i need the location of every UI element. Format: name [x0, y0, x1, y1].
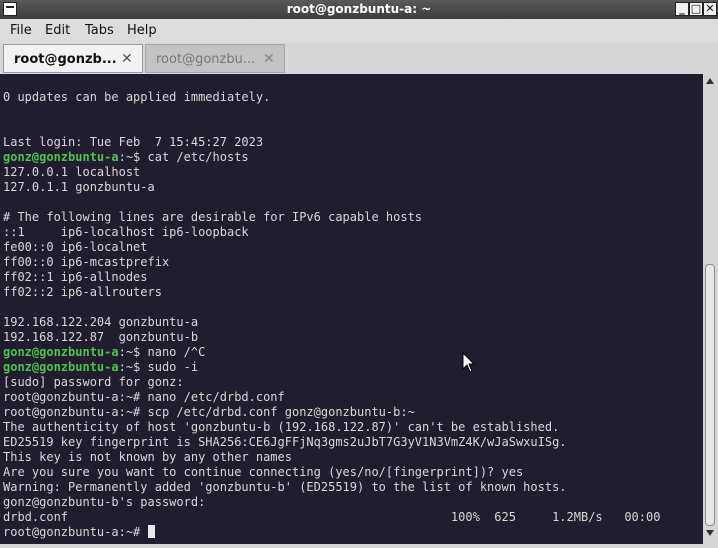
- mouse-pointer-icon: [462, 352, 476, 373]
- scroll-up-icon[interactable]: [706, 78, 714, 84]
- terminal-line: ff00::0 ip6-mcastprefix: [3, 255, 660, 270]
- menu-edit[interactable]: Edit: [45, 23, 70, 38]
- line-text: ::1 ip6-localhost ip6-loopback: [3, 225, 249, 239]
- terminal-line: ED25519 key fingerprint is SHA256:CE6JgF…: [3, 435, 660, 450]
- line-text: 0 updates can be applied immediately.: [3, 90, 271, 104]
- close-icon[interactable]: ✕: [703, 2, 717, 16]
- minimize-icon[interactable]: _: [675, 2, 689, 16]
- line-text: ff00::0 ip6-mcastprefix: [3, 255, 170, 269]
- line-text: root@gonzbuntu-a:~# scp /etc/drbd.conf g…: [3, 405, 415, 419]
- prompt-user: gonz@gonzbuntu-a: [3, 345, 119, 359]
- terminal-line: # The following lines are desirable for …: [3, 210, 660, 225]
- line-text: root@gonzbuntu-a:~#: [3, 525, 148, 539]
- terminal-line: 192.168.122.87 gonzbuntu-b: [3, 330, 660, 345]
- terminal-line: 0 updates can be applied immediately.: [3, 90, 660, 105]
- terminal-line: ::1 ip6-localhost ip6-loopback: [3, 225, 660, 240]
- line-text: drbd.conf 100% 625 1.2MB/s 00:00: [3, 510, 661, 524]
- terminal-line: gonz@gonzbuntu-a:~$ nano /^C: [3, 345, 660, 360]
- line-text: ff02::2 ip6-allrouters: [3, 285, 162, 299]
- tab-root-2[interactable]: root@gonzbu... ✕: [145, 44, 285, 73]
- window-title: root@gonzbuntu-a: ~: [286, 2, 432, 16]
- scroll-down-icon[interactable]: [706, 530, 714, 536]
- text-cursor: [147, 525, 155, 538]
- menu-help[interactable]: Help: [127, 23, 157, 38]
- window-titlebar[interactable]: root@gonzbuntu-a: ~ _ □ ✕: [0, 0, 718, 19]
- terminal-line: ff02::1 ip6-allnodes: [3, 270, 660, 285]
- terminal-lines: 0 updates can be applied immediately. Las…: [3, 90, 660, 540]
- line-text: Warning: Permanently added 'gonzbuntu-b'…: [3, 480, 567, 494]
- prompt-suffix: :~$: [118, 150, 148, 164]
- terminal-line: Are you sure you want to continue connec…: [3, 465, 660, 480]
- prompt-suffix: :~$: [118, 345, 148, 359]
- terminal-line: gonz@gonzbuntu-b's password:: [3, 495, 660, 510]
- terminal-line: gonz@gonzbuntu-a:~$ cat /etc/hosts: [3, 150, 660, 165]
- line-text: [sudo] password for gonz:: [3, 375, 184, 389]
- tab-close-icon[interactable]: ✕: [121, 51, 133, 67]
- terminal-line: 127.0.1.1 gonzbuntu-a: [3, 180, 660, 195]
- prompt-user: gonz@gonzbuntu-a: [3, 360, 119, 374]
- line-text: Are you sure you want to continue connec…: [3, 465, 524, 479]
- tab-close-icon[interactable]: ✕: [263, 51, 275, 67]
- tab-label: root@gonzb...: [14, 52, 117, 67]
- tab-bar: root@gonzb... ✕ root@gonzbu... ✕: [0, 43, 718, 74]
- line-text: gonz@gonzbuntu-b's password:: [3, 495, 206, 509]
- line-text: cat /etc/hosts: [147, 150, 249, 164]
- tab-label: root@gonzbu...: [156, 52, 256, 67]
- line-text: 192.168.122.204 gonzbuntu-a: [3, 315, 199, 329]
- terminal-line: 127.0.0.1 localhost: [3, 165, 660, 180]
- menu-tabs[interactable]: Tabs: [85, 23, 114, 38]
- line-text: The authenticity of host 'gonzbuntu-b (1…: [3, 420, 560, 434]
- terminal-output[interactable]: 0 updates can be applied immediately. Las…: [0, 74, 703, 544]
- terminal-line: root@gonzbuntu-a:~#: [3, 525, 660, 540]
- menu-file[interactable]: File: [10, 23, 32, 38]
- terminal-scrollbar[interactable]: [703, 74, 718, 544]
- terminal-line: 192.168.122.204 gonzbuntu-a: [3, 315, 660, 330]
- terminal-line: The authenticity of host 'gonzbuntu-b (1…: [3, 420, 660, 435]
- menubar: File Edit Tabs Help: [0, 19, 718, 43]
- line-text: ED25519 key fingerprint is SHA256:CE6JgF…: [3, 435, 567, 449]
- terminal-line: Last login: Tue Feb 7 15:45:27 2023: [3, 135, 660, 150]
- line-text: ff02::1 ip6-allnodes: [3, 270, 148, 284]
- scrollbar-thumb[interactable]: [705, 264, 715, 526]
- terminal-line: [sudo] password for gonz:: [3, 375, 660, 390]
- terminal-line: root@gonzbuntu-a:~# scp /etc/drbd.conf g…: [3, 405, 660, 420]
- line-text: # The following lines are desirable for …: [3, 210, 423, 224]
- line-text: This key is not known by any other names: [3, 450, 292, 464]
- terminal-line: drbd.conf 100% 625 1.2MB/s 00:00: [3, 510, 660, 525]
- terminal-line: gonz@gonzbuntu-a:~$ sudo -i: [3, 360, 660, 375]
- terminal-line: root@gonzbuntu-a:~# nano /etc/drbd.conf: [3, 390, 660, 405]
- terminal-line: fe00::0 ip6-localnet: [3, 240, 660, 255]
- line-text: 127.0.0.1 localhost: [3, 165, 141, 179]
- line-text: sudo -i: [147, 360, 199, 374]
- line-text: fe00::0 ip6-localnet: [3, 240, 148, 254]
- line-text: 192.168.122.87 gonzbuntu-b: [3, 330, 199, 344]
- terminal-line: This key is not known by any other names: [3, 450, 660, 465]
- terminal-line: Warning: Permanently added 'gonzbuntu-b'…: [3, 480, 660, 495]
- line-text: nano /^C: [147, 345, 206, 359]
- line-text: Last login: Tue Feb 7 15:45:27 2023: [3, 135, 264, 149]
- tab-root-1[interactable]: root@gonzb... ✕: [3, 44, 143, 73]
- line-text: 127.0.1.1 gonzbuntu-a: [3, 180, 155, 194]
- prompt-suffix: :~$: [118, 360, 148, 374]
- terminal-line: ff02::2 ip6-allrouters: [3, 285, 660, 300]
- maximize-icon[interactable]: □: [689, 2, 703, 16]
- prompt-user: gonz@gonzbuntu-a: [3, 150, 119, 164]
- line-text: root@gonzbuntu-a:~# nano /etc/drbd.conf: [3, 390, 285, 404]
